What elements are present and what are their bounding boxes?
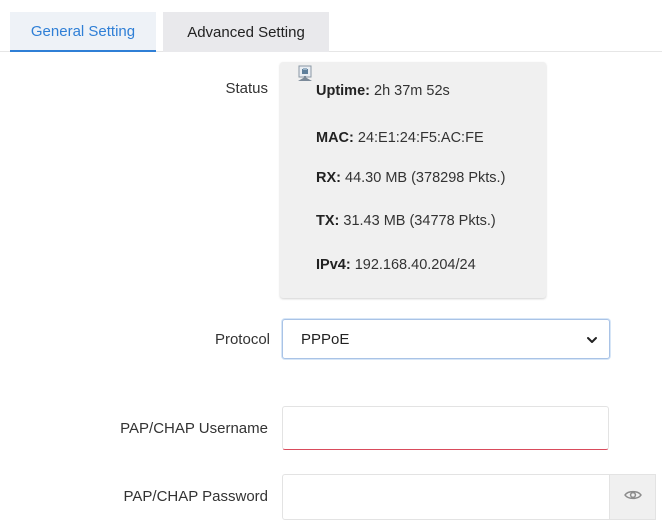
- password-input[interactable]: [282, 474, 610, 520]
- status-tx-key: TX:: [316, 213, 340, 229]
- status-ipv4-value: 192.168.40.204/24: [350, 257, 476, 273]
- tab-bar: General Setting Advanced Setting: [0, 0, 662, 52]
- username-label: PAP/CHAP Username: [120, 420, 268, 437]
- status-tx: TX: 31.43 MB (34778 Pkts.): [316, 213, 496, 229]
- show-password-button[interactable]: [610, 474, 656, 520]
- tab-general-setting[interactable]: General Setting: [10, 12, 156, 52]
- status-mac: MAC: 24:E1:24:F5:AC:FE: [316, 130, 484, 146]
- tab-advanced-setting[interactable]: Advanced Setting: [163, 12, 329, 52]
- chevron-down-icon: [586, 333, 598, 345]
- status-uptime-key: Uptime:: [316, 83, 370, 99]
- eye-icon: [623, 488, 642, 506]
- status-uptime-value: 2h 37m 52s: [369, 83, 450, 99]
- status-mac-key: MAC:: [316, 130, 354, 146]
- status-rx-value: 44.30 MB (378298 Pkts.): [340, 170, 506, 186]
- status-label: Status: [225, 80, 268, 97]
- password-label: PAP/CHAP Password: [123, 488, 269, 505]
- status-rx-key: RX:: [316, 170, 341, 186]
- status-mac-value: 24:E1:24:F5:AC:FE: [353, 130, 484, 146]
- status-panel: Uptime: 2h 37m 52s MAC: 24:E1:24:F5:AC:F…: [280, 62, 546, 298]
- status-ipv4: IPv4: 192.168.40.204/24: [316, 257, 476, 273]
- tab-advanced-setting-label: Advanced Setting: [187, 23, 305, 41]
- network-port-icon: [297, 65, 313, 82]
- tab-general-setting-label: General Setting: [30, 22, 136, 40]
- protocol-label: Protocol: [214, 331, 270, 348]
- protocol-select[interactable]: PPPoE: [282, 319, 610, 359]
- username-input[interactable]: [282, 406, 609, 450]
- status-uptime: Uptime: 2h 37m 52s: [316, 83, 450, 99]
- status-ipv4-key: IPv4:: [316, 257, 351, 273]
- status-rx: RX: 44.30 MB (378298 Pkts.): [316, 170, 505, 186]
- protocol-selected-value: PPPoE: [301, 330, 350, 348]
- status-tx-value: 31.43 MB (34778 Pkts.): [339, 213, 496, 229]
